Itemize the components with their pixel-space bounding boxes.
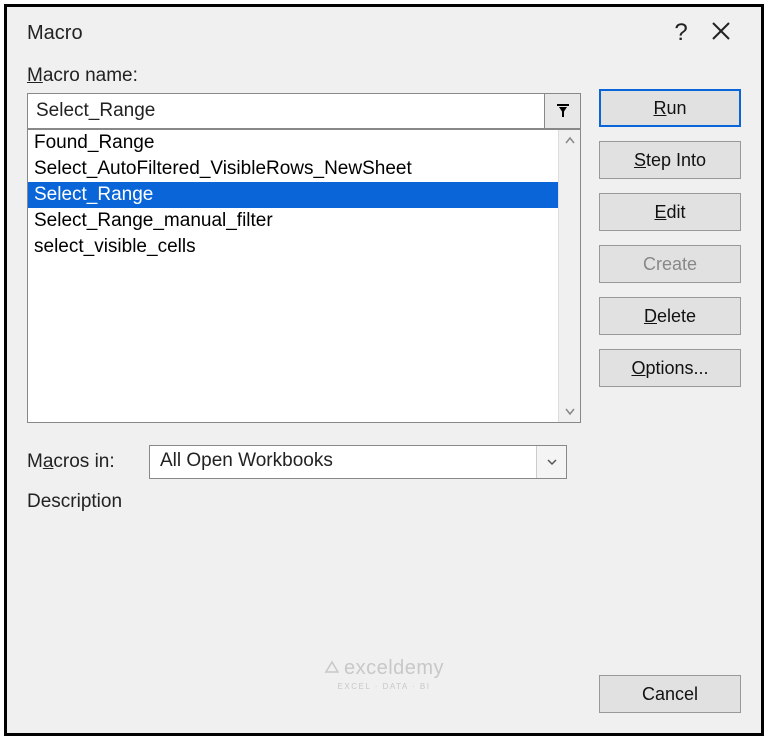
chevron-up-icon bbox=[565, 136, 575, 146]
help-button[interactable]: ? bbox=[661, 19, 701, 47]
close-icon bbox=[711, 21, 731, 41]
description-label: Description bbox=[27, 491, 581, 513]
run-button[interactable]: Run bbox=[599, 89, 741, 127]
list-item[interactable]: Select_Range_manual_filter bbox=[28, 208, 558, 234]
delete-button[interactable]: Delete bbox=[599, 297, 741, 335]
titlebar: Macro ? bbox=[7, 7, 761, 55]
scroll-down-button[interactable] bbox=[559, 400, 580, 422]
macro-listbox[interactable]: Found_RangeSelect_AutoFiltered_VisibleRo… bbox=[27, 129, 581, 423]
scroll-up-button[interactable] bbox=[559, 130, 580, 152]
chevron-down-icon bbox=[546, 456, 558, 468]
macro-name-input[interactable] bbox=[27, 93, 545, 129]
list-item[interactable]: select_visible_cells bbox=[28, 234, 558, 260]
create-button: Create bbox=[599, 245, 741, 283]
close-button[interactable] bbox=[701, 21, 741, 46]
collapse-icon bbox=[555, 103, 571, 119]
macros-in-label: Macros in: bbox=[27, 451, 137, 473]
list-item[interactable]: Found_Range bbox=[28, 130, 558, 156]
cancel-button[interactable]: Cancel bbox=[599, 675, 741, 713]
watermark: exceldemy EXCEL · DATA · BI bbox=[324, 657, 444, 691]
list-item[interactable]: Select_Range bbox=[28, 182, 558, 208]
scrollbar[interactable] bbox=[558, 130, 580, 422]
dropdown-toggle[interactable] bbox=[536, 446, 566, 478]
dialog-title: Macro bbox=[27, 22, 661, 45]
step-into-button[interactable]: Step Into bbox=[599, 141, 741, 179]
macros-in-value: All Open Workbooks bbox=[150, 446, 536, 478]
macro-dialog: Macro ? Macro name: Found_RangeSelect_Au… bbox=[4, 4, 764, 736]
logo-icon bbox=[324, 659, 340, 682]
list-item[interactable]: Select_AutoFiltered_VisibleRows_NewSheet bbox=[28, 156, 558, 182]
edit-button[interactable]: Edit bbox=[599, 193, 741, 231]
macro-name-label: Macro name: bbox=[27, 65, 581, 87]
collapse-dialog-button[interactable] bbox=[545, 93, 581, 129]
options-button[interactable]: Options... bbox=[599, 349, 741, 387]
chevron-down-icon bbox=[565, 406, 575, 416]
macros-in-dropdown[interactable]: All Open Workbooks bbox=[149, 445, 567, 479]
